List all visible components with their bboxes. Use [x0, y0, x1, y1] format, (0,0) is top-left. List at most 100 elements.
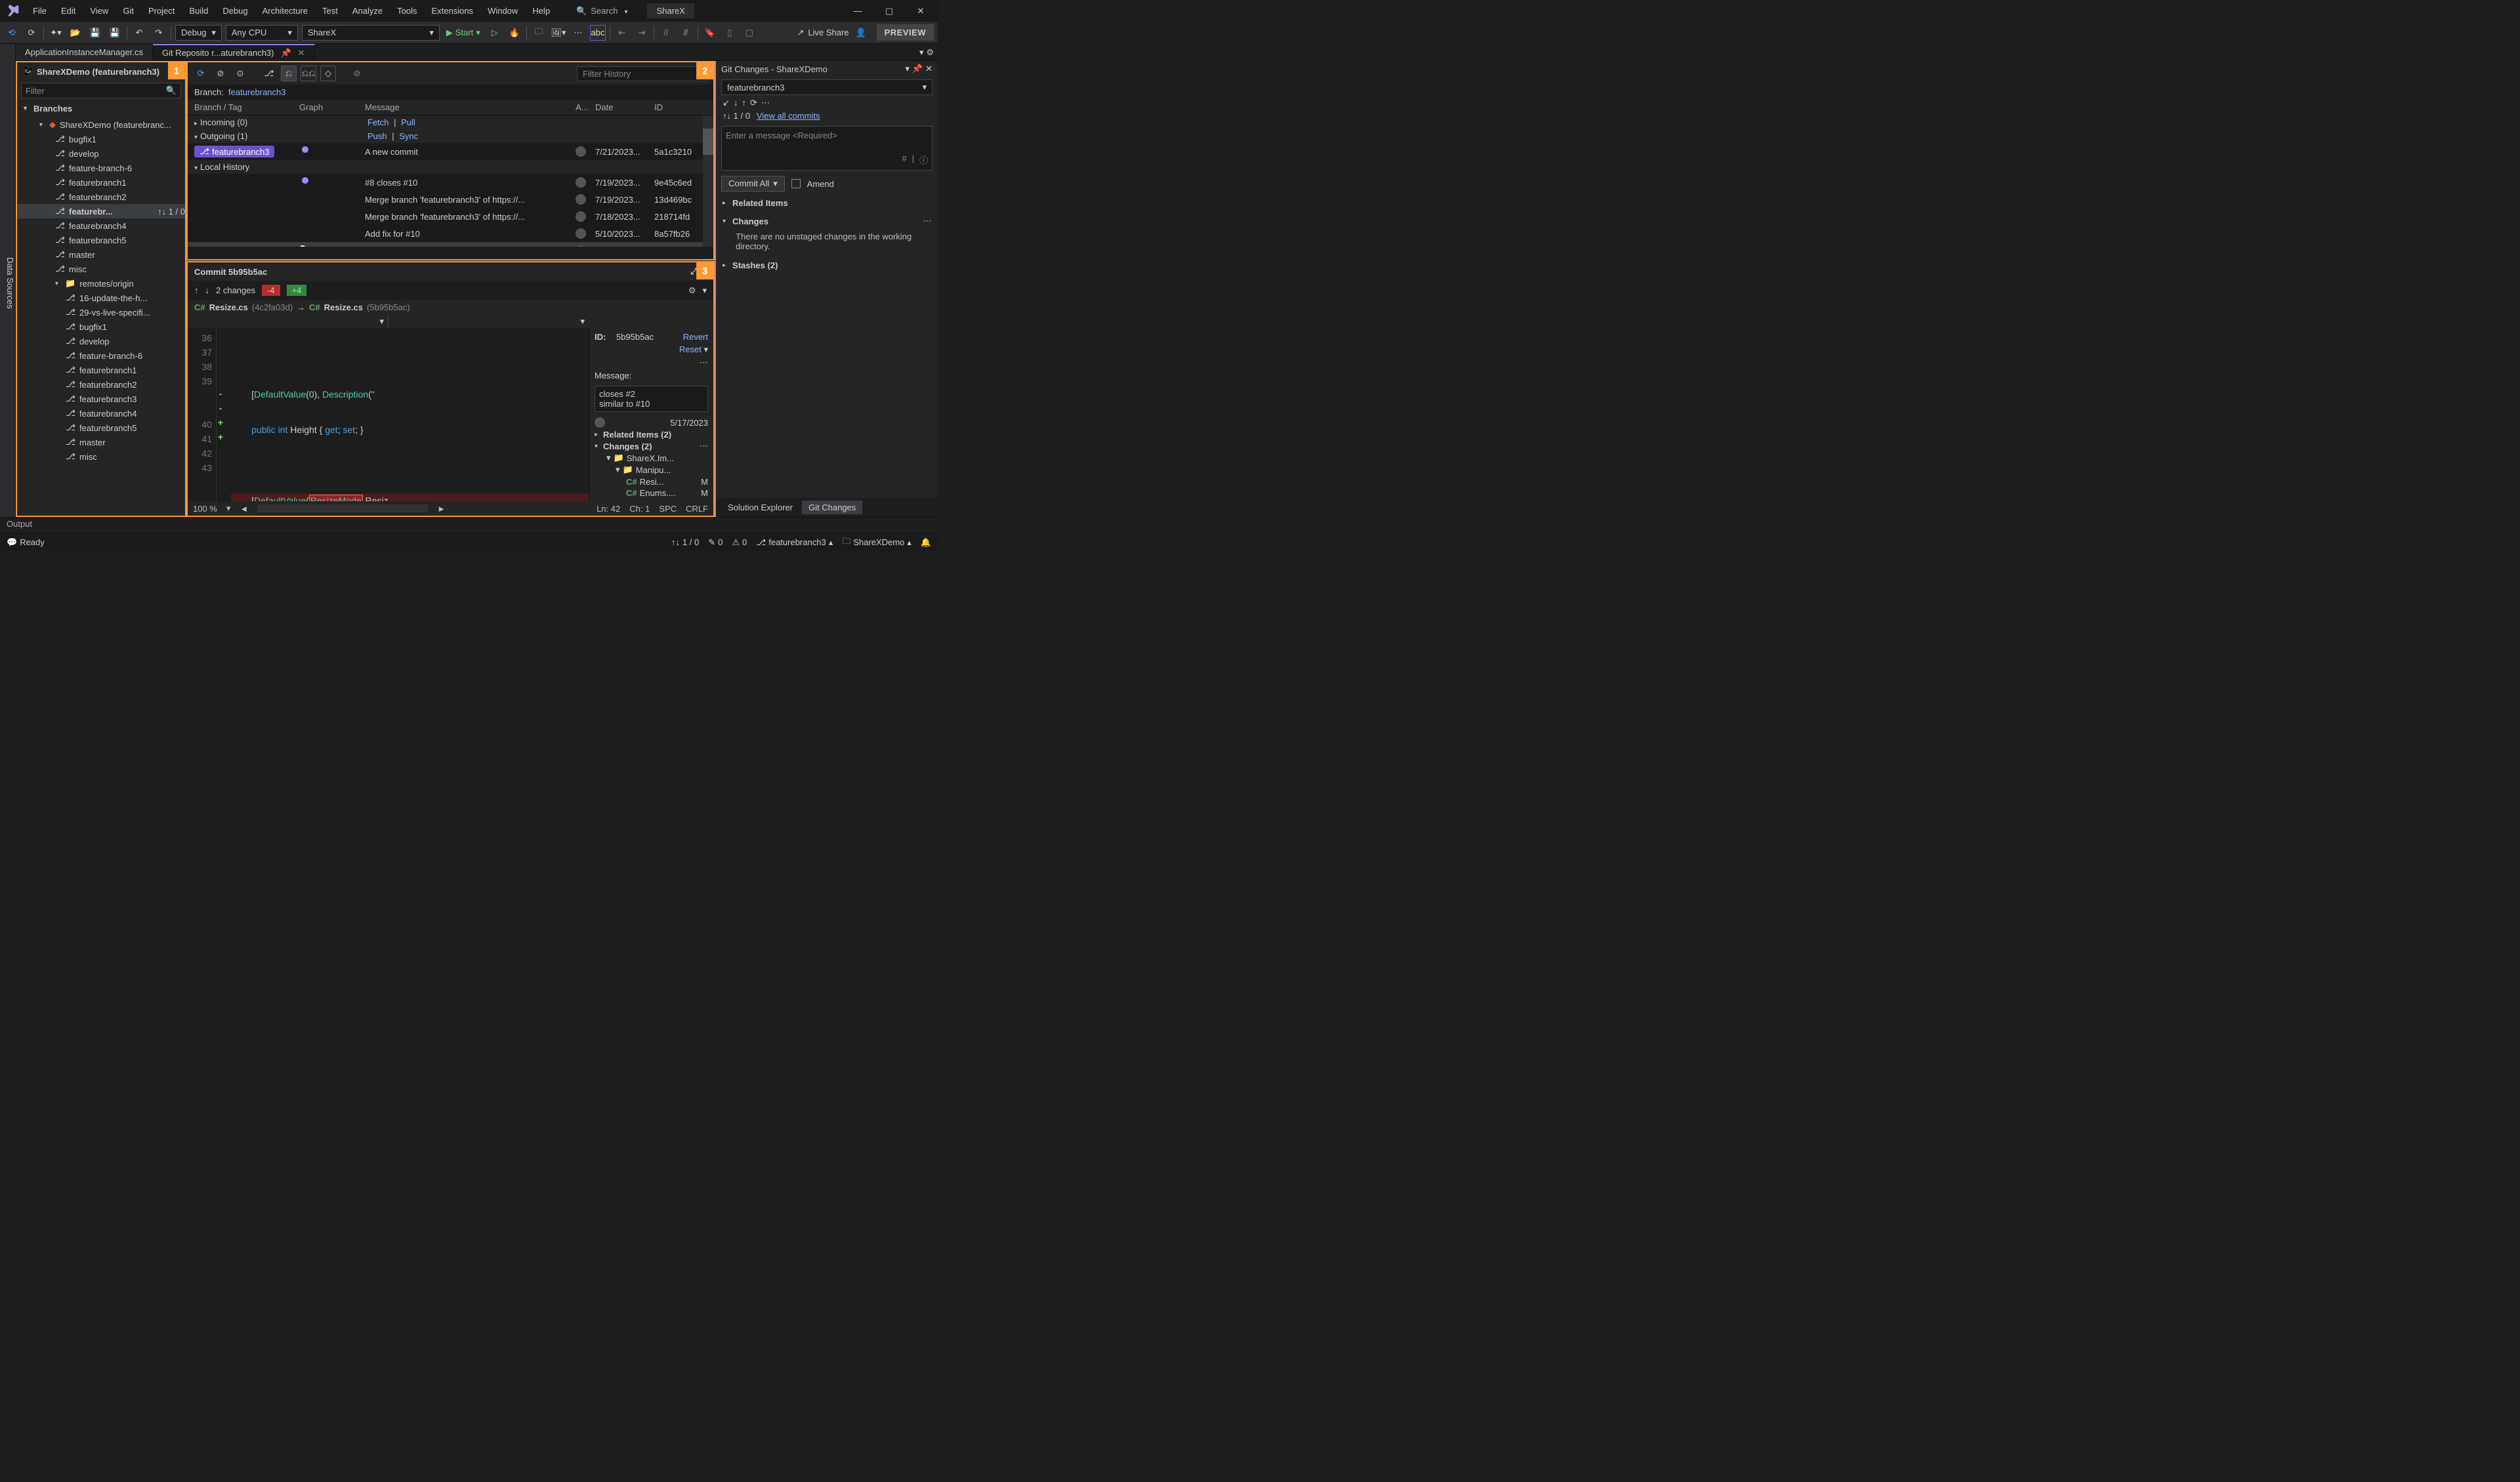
remote-branch-item[interactable]: ⎇misc [17, 449, 185, 464]
commit-all-button[interactable]: Commit All▾ [721, 176, 785, 192]
diff-settings-icon[interactable] [688, 285, 696, 296]
branch-item[interactable]: ⎇develop [17, 146, 185, 161]
remote-branch-item[interactable]: ⎇bugfix1 [17, 319, 185, 334]
hash-icon[interactable]: # [902, 154, 906, 166]
changed-file[interactable]: C# Resi...M [595, 477, 708, 485]
remote-branch-item[interactable]: ⎇featurebranch2 [17, 377, 185, 392]
config-dropdown[interactable]: Debug▾ [175, 25, 222, 41]
branches-section-header[interactable]: Branches [17, 100, 185, 117]
changes-expander[interactable]: Changes (2)⋯ [595, 442, 708, 451]
browse-icon[interactable]: 🗀 [531, 25, 547, 41]
incoming-section-row[interactable]: Incoming (0) Fetch | Pull [188, 115, 713, 129]
branch-item[interactable]: ⎇feature-branch-6 [17, 161, 185, 175]
branch-item[interactable]: ⎇featurebranch1 [17, 175, 185, 190]
search-box[interactable]: 🔍 Search [576, 6, 627, 16]
overflow-icon[interactable]: ⋯ [570, 25, 586, 41]
diff-view[interactable]: 36373839 40414243 --++ [DefaultValue(0),… [188, 328, 589, 501]
commit-row[interactable]: Merge branch 'featurebranch3' of https:/… [188, 208, 713, 225]
history-scrollbar[interactable] [703, 115, 713, 247]
tab-app-instance[interactable]: ApplicationInstanceManager.cs [16, 44, 153, 60]
undo-icon[interactable]: ↶ [131, 25, 147, 41]
branch-item[interactable]: ⎇bugfix1 [17, 132, 185, 146]
commit-row-selected[interactable]: closes #2 similar to #105/17/2023...5b95… [188, 242, 713, 247]
fetch-icon[interactable]: ⊘ [213, 66, 228, 81]
outgoing-section-row[interactable]: Outgoing (1) Push | Sync [188, 129, 713, 143]
nav-back-icon[interactable]: ⟲ [4, 25, 20, 41]
minimize-button[interactable]: — [845, 3, 871, 19]
more-icon[interactable]: ⋯ [595, 358, 708, 368]
related-items-expander[interactable]: Related Items (2) [595, 430, 708, 439]
tab-git-repo[interactable]: Git Reposito r...aturebranch3)📌✕ [153, 44, 315, 60]
refresh-icon[interactable]: ⟳ [193, 66, 209, 81]
branch-dropdown[interactable]: featurebranch3▾ [721, 79, 933, 95]
redo-icon[interactable]: ↷ [151, 25, 167, 41]
tab-close-icon[interactable]: ✕ [298, 48, 305, 58]
menu-view[interactable]: View [83, 3, 115, 18]
pull-icon[interactable]: ⊙ [232, 66, 248, 81]
branch-item[interactable]: ⎇master [17, 247, 185, 262]
commit-message-input[interactable]: Enter a message <Required> #|ⓘ [721, 126, 933, 171]
data-sources-rail[interactable]: Data Sources [0, 44, 16, 517]
status-errors[interactable]: ✎ 0 [708, 537, 723, 548]
menu-build[interactable]: Build [182, 3, 215, 18]
branch-item[interactable]: ⎇featurebranch4 [17, 218, 185, 233]
menu-test[interactable]: Test [316, 3, 345, 18]
changed-folder[interactable]: ▾ 📁 Manipu... [595, 465, 708, 474]
pin-icon[interactable]: 📌 [912, 64, 923, 74]
amend-checkbox[interactable] [791, 179, 801, 188]
filter-history-input[interactable]: Filter History [577, 66, 708, 81]
feedback-icon[interactable]: 👤 [853, 25, 869, 41]
save-icon[interactable]: 💾 [87, 25, 103, 41]
more-icon[interactable]: ⋯ [700, 442, 708, 451]
branch-item-current[interactable]: ⎇featurebr... ↑↓ 1 / 0 [17, 204, 185, 218]
remote-branch-item[interactable]: ⎇feature-branch-6 [17, 348, 185, 363]
more-icon[interactable]: ⋯ [761, 98, 770, 108]
image-tool-icon[interactable]: 🖼▾ [551, 25, 566, 41]
menu-help[interactable]: Help [526, 3, 556, 18]
branch-item[interactable]: ⎇featurebranch2 [17, 190, 185, 204]
push-link[interactable]: Push [365, 131, 390, 141]
push-icon[interactable]: ↑ [742, 98, 746, 108]
status-warnings[interactable]: ⚠ 0 [732, 537, 747, 548]
stashes-section[interactable]: Stashes (2) [716, 257, 938, 274]
local-history-section[interactable]: Local History [188, 160, 713, 174]
fetch-icon[interactable]: ↙ [723, 98, 730, 108]
menu-architecture[interactable]: Architecture [256, 3, 314, 18]
remote-branch-item[interactable]: ⎇featurebranch4 [17, 406, 185, 421]
tab-git-changes[interactable]: Git Changes [802, 501, 862, 514]
nav-forward-icon[interactable]: ⟳ [24, 25, 39, 41]
menu-project[interactable]: Project [142, 3, 181, 18]
menu-tools[interactable]: Tools [390, 3, 423, 18]
target-dropdown[interactable]: ShareX▾ [302, 25, 440, 41]
remote-branch-item[interactable]: ⎇featurebranch5 [17, 421, 185, 435]
filter-branch-icon[interactable]: ⎇ [261, 66, 277, 81]
remotes-root-node[interactable]: 📁remotes/origin [17, 276, 185, 291]
pull-link[interactable]: Pull [398, 117, 418, 127]
start-debug-button[interactable]: ▶ Start ▾ [444, 28, 483, 38]
remote-branch-item[interactable]: ⎇master [17, 435, 185, 449]
platform-dropdown[interactable]: Any CPU▾ [226, 25, 298, 41]
view-all-commits-link[interactable]: View all commits [757, 111, 820, 121]
abc-spellcheck-icon[interactable]: abc [590, 25, 606, 41]
remote-branch-item[interactable]: ⎇featurebranch3 [17, 392, 185, 406]
live-share-button[interactable]: ↗Live Share [797, 28, 849, 38]
branch-filter-input[interactable]: Filter 🔍 [21, 83, 181, 98]
remote-branch-item[interactable]: ⎇16-update-the-h... [17, 291, 185, 305]
sync-link[interactable]: Sync [396, 131, 421, 141]
preview-button[interactable]: PREVIEW [877, 24, 934, 41]
menu-edit[interactable]: Edit [54, 3, 82, 18]
fetch-link[interactable]: Fetch [365, 117, 392, 127]
zoom-level[interactable]: 100 % [193, 504, 217, 514]
status-branch[interactable]: ⎇ featurebranch3 ▴ [756, 537, 833, 548]
sync-icon[interactable]: ⟳ [750, 98, 757, 108]
graph-mode-1-icon[interactable]: ⎌ [281, 66, 297, 81]
solution-name-pill[interactable]: ShareX [647, 3, 694, 18]
pin-icon[interactable]: 📌 [280, 48, 291, 58]
commit-row[interactable]: Merge branch 'featurebranch3' of https:/… [188, 191, 713, 208]
tab-solution-explorer[interactable]: Solution Explorer [721, 501, 799, 514]
changes-section[interactable]: Changes⋯ [716, 212, 938, 230]
pull-icon[interactable]: ↓ [734, 98, 738, 108]
menu-file[interactable]: File [26, 3, 53, 18]
status-sync[interactable]: ↑↓ 1 / 0 [671, 537, 699, 547]
tag-icon[interactable]: ◇ [320, 66, 336, 81]
